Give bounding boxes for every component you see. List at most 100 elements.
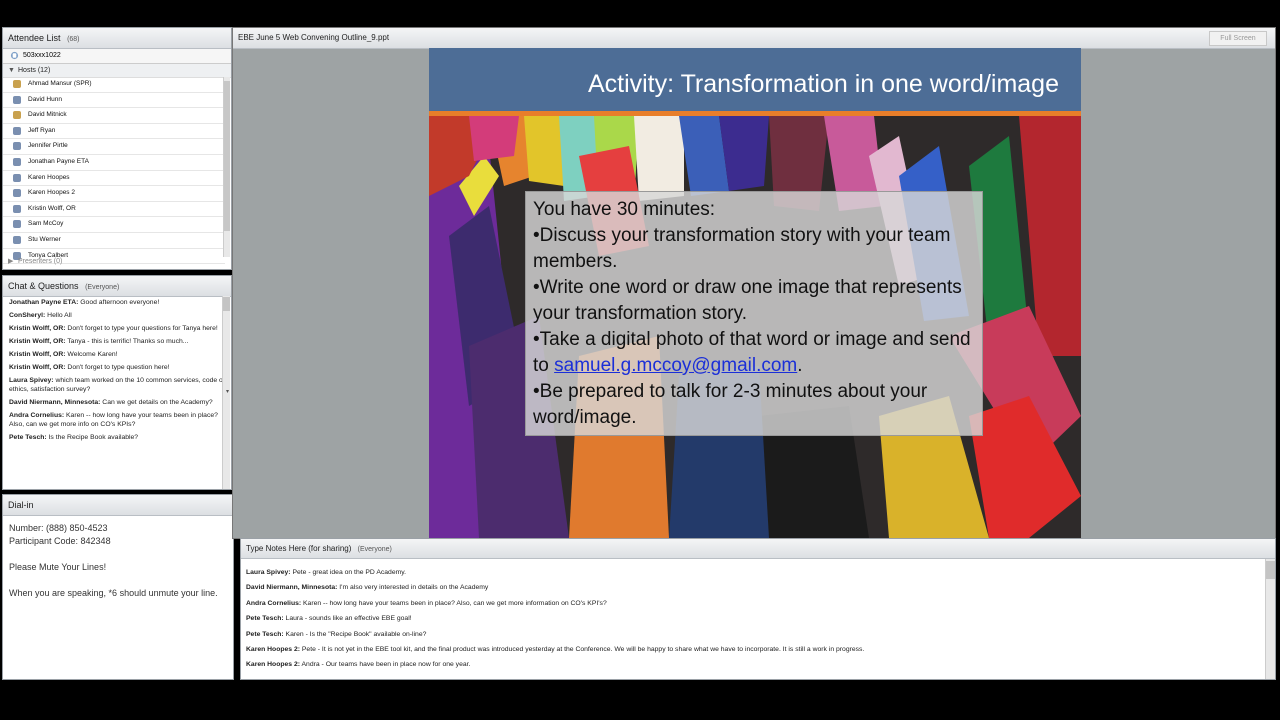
host-list-item[interactable]: David Mitnick [3,108,225,124]
host-list-item[interactable]: Ahmad Mansur (SPR) [3,77,225,93]
presenters-group-label: Presenters (0) [18,258,63,265]
notes-title: Type Notes Here (for sharing) [246,544,352,553]
instruction-line-5: •Be prepared to talk for 2-3 minutes abo… [533,381,928,428]
chat-text: Don't forget to type your questions for … [65,325,218,332]
unmute-instructions: When you are speaking, *6 should unmute … [9,588,218,598]
phone-user-label: 503xxx1022 [23,52,61,59]
host-name: Jeff Ryan [28,126,56,134]
attendee-count: (68) [67,36,80,43]
host-list-item[interactable]: Sam McCoy [3,217,225,233]
chat-text: Tanya - this is terrific! Thanks so much… [65,338,189,345]
chat-text: Don't forget to type question here! [65,364,170,371]
slide-instructions-box: You have 30 minutes: •Discuss your trans… [525,191,983,436]
note-entry: Karen Hoopes 2: Andra - Our teams have b… [241,657,1265,672]
note-text: Pete - great idea on the PD Academy. [290,569,407,576]
dial-in-pod: Dial-in Number: (888) 850-4523 Participa… [2,494,234,680]
scrollbar-thumb[interactable] [1266,561,1275,579]
chat-sender: Kristin Wolff, OR: [9,338,66,345]
user-icon [13,142,21,151]
chat-sender: Andra Cornelius: [9,412,65,419]
user-icon [13,111,21,120]
note-author: Pete Tesch: [246,630,284,638]
presentation-filename: EBE June 5 Web Convening Outline_9.ppt [238,33,390,42]
chat-sender: Kristin Wolff, OR: [9,351,66,358]
notes-scrollbar[interactable] [1265,559,1275,679]
user-icon [13,189,21,198]
expand-triangle-icon: ▶ [8,258,14,265]
attendee-scrollbar[interactable] [223,77,230,257]
dial-in-number: Number: (888) 850-4523 [9,523,108,533]
chat-sender: ConSheryl: [9,312,46,319]
host-name: Karen Hoopes [28,173,70,181]
host-list-item[interactable]: Kristin Wolff, OR [3,202,225,218]
presentation-slide: Activity: Transformation in one word/ima… [429,48,1081,538]
chat-scope: (Everyone) [85,284,120,291]
chat-sender: Jonathan Payne ETA: [9,299,79,306]
scroll-arrow-icon: ▾ [225,389,229,395]
share-pod: EBE June 5 Web Convening Outline_9.ppt F… [232,27,1276,539]
chat-header: Chat & Questions (Everyone) [3,276,231,297]
chat-pod: Chat & Questions (Everyone) Jonathan Pay… [2,275,232,490]
note-entry: David Niermann, Minnesota: I'm also very… [241,580,1265,595]
notes-text-area[interactable]: Laura Spivey: Pete - great idea on the P… [241,565,1265,673]
host-list-item[interactable]: David Hunn [3,93,225,109]
presenters-group-toggle[interactable]: ▶ Presenters (0) [3,255,225,268]
chat-sender: Pete Tesch: [9,434,47,441]
host-list-item[interactable]: Karen Hoopes 2 [3,186,225,202]
host-list-item[interactable]: Karen Hoopes [3,171,225,187]
instruction-line-2: •Discuss your transformation story with … [533,225,951,272]
host-name: David Hunn [28,95,62,103]
attendee-list-pod: Attendee List (68) 503xxx1022 ▼ Hosts (1… [2,27,232,270]
scrollbar-thumb[interactable] [224,81,230,231]
chat-sender: Kristin Wolff, OR: [9,325,66,332]
host-list-item[interactable]: Stu Werner [3,233,225,249]
user-icon [13,126,21,135]
host-name: Stu Werner [28,235,61,243]
hosts-group-toggle[interactable]: ▼ Hosts (12) [3,64,231,78]
chat-message: Kristin Wolff, OR: Tanya - this is terri… [3,335,225,348]
user-icon [13,80,21,88]
note-author: David Niermann, Minnesota: [246,584,338,592]
chat-text: Good afternoon everyone! [78,299,160,306]
full-screen-button[interactable]: Full Screen [1209,31,1267,46]
host-name: Kristin Wolff, OR [28,204,76,212]
chat-message: Kristin Wolff, OR: Welcome Karen! [3,348,225,361]
host-name: Ahmad Mansur (SPR) [28,80,92,87]
participant-code: Participant Code: 842348 [9,536,111,546]
phone-user-row[interactable]: 503xxx1022 [3,49,231,64]
chat-messages: Jonathan Payne ETA: Good afternoon every… [3,296,225,489]
dial-in-header: Dial-in [3,495,233,516]
host-name: Jennifer Pirtle [28,142,68,150]
user-icon [13,157,21,166]
note-text: Andra - Our teams have been in place now… [300,661,471,669]
host-list-item[interactable]: Jennifer Pirtle [3,139,225,155]
instruction-line-3: •Write one word or draw one image that r… [533,277,962,324]
chat-scrollbar[interactable]: ▾ [222,296,230,489]
collapse-triangle-icon: ▼ [8,67,15,74]
user-icon [13,220,21,229]
chat-text: Is the Recipe Book available? [46,434,139,441]
scrollbar-thumb[interactable] [223,297,230,311]
chat-message: Pete Tesch: Is the Recipe Book available… [3,431,225,444]
notes-header: Type Notes Here (for sharing) (Everyone) [241,539,1275,559]
note-author: Pete Tesch: [246,615,284,623]
note-author: Karen Hoopes 2: [246,645,301,653]
slide-title: Activity: Transformation in one word/ima… [587,70,1059,98]
share-header: EBE June 5 Web Convening Outline_9.ppt F… [233,28,1275,49]
chat-sender: Laura Spivey: [9,377,54,384]
note-text: Pete - It is not yet in the EBE tool kit… [300,645,865,653]
chat-text: Hello All [45,312,72,319]
host-name: Sam McCoy [28,220,64,228]
host-list-item[interactable]: Jonathan Payne ETA [3,155,225,171]
attendee-list-title: Attendee List [8,33,61,43]
chat-text: Welcome Karen! [65,351,118,358]
host-name: Jonathan Payne ETA [28,157,89,165]
note-author: Karen Hoopes 2: [246,661,301,669]
host-list-item[interactable]: Jeff Ryan [3,124,225,140]
instruction-line-4: •Take a digital photo of that word or im… [533,329,971,376]
email-link[interactable]: samuel.g.mccoy@gmail.com [554,355,797,376]
chat-sender: Kristin Wolff, OR: [9,364,66,371]
chat-message: Kristin Wolff, OR: Don't forget to type … [3,322,225,335]
hosts-list: Ahmad Mansur (SPR) David Hunn David Mitnic… [3,77,225,265]
note-author: Laura Spivey: [246,569,291,576]
